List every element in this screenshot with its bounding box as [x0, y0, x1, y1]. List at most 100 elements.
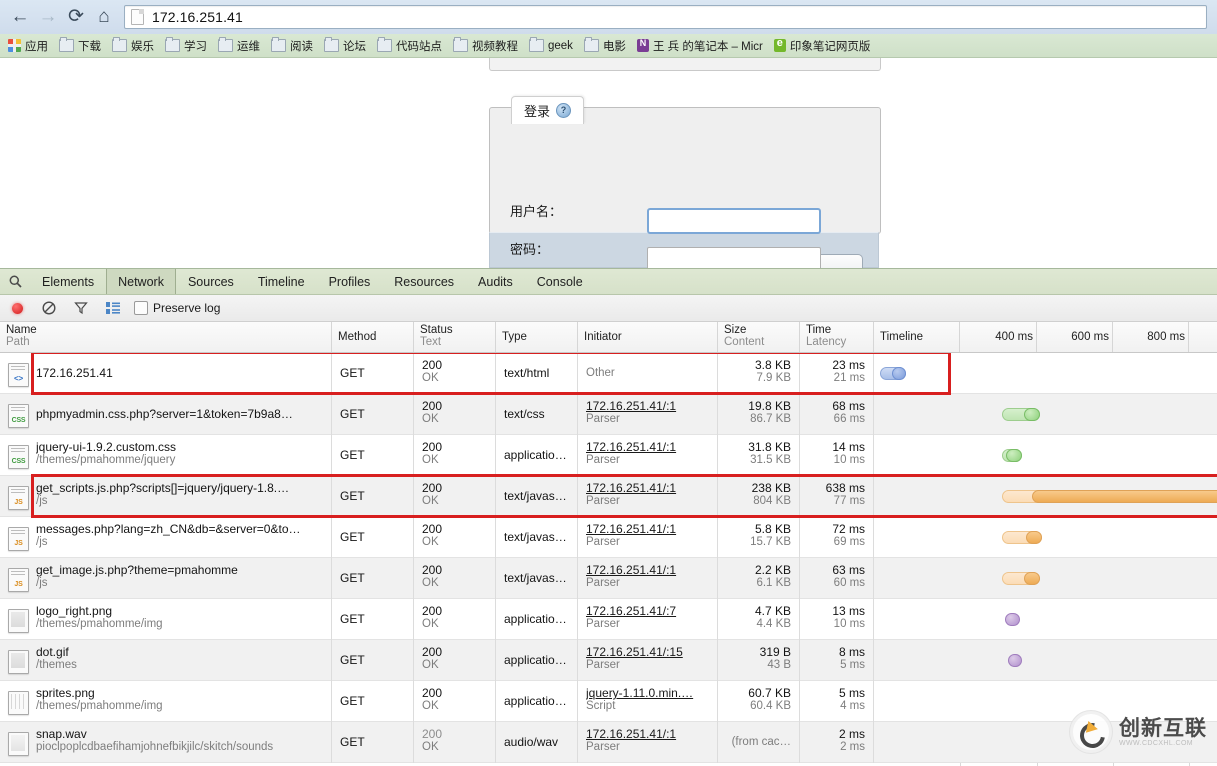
table-row[interactable]: dot.gif /themes GET 200 OK applicatio… 1… — [0, 640, 1217, 681]
cell-initiator: 172.16.251.41/:1 Parser — [578, 435, 718, 476]
status-text: OK — [422, 618, 439, 630]
network-table-body[interactable]: <> 172.16.251.41 GET 200 OK text/html Ot… — [0, 353, 1217, 766]
table-row[interactable]: CSS phpmyadmin.css.php?server=1&token=7b… — [0, 394, 1217, 435]
cell-time: 14 ms 10 ms — [800, 435, 874, 476]
column-header-initiator[interactable]: Initiator — [578, 322, 718, 352]
request-method: GET — [340, 489, 365, 503]
table-row[interactable]: <> 172.16.251.41 GET 200 OK text/html Ot… — [0, 353, 1217, 394]
column-header-timeline[interactable]: Timeline — [874, 322, 960, 352]
size-transfer: 2.2 KB — [754, 563, 791, 577]
table-row[interactable]: logo_right.png /themes/pmahomme/img GET … — [0, 599, 1217, 640]
home-icon[interactable]: ⌂ — [90, 4, 118, 30]
bookmark-downloads[interactable]: 下载 — [55, 36, 108, 56]
size-content: 4.4 KB — [756, 618, 791, 630]
tab-profiles[interactable]: Profiles — [317, 269, 383, 294]
bookmark-evernote[interactable]: 印象笔记网页版 — [770, 36, 878, 56]
cell-method: GET — [332, 476, 414, 517]
cell-method: GET — [332, 558, 414, 599]
request-type: applicatio… — [504, 612, 567, 626]
size-content: 6.1 KB — [756, 577, 791, 589]
cell-timeline — [874, 353, 1217, 394]
initiator-link[interactable]: 172.16.251.41/:1 — [586, 394, 717, 413]
table-row[interactable]: JS get_scripts.js.php?scripts[]=jquery/j… — [0, 476, 1217, 517]
bookmark-geek[interactable]: geek — [525, 36, 580, 56]
reload-icon[interactable]: ⟳ — [62, 4, 90, 30]
devtools-panel: Elements Network Sources Timeline Profil… — [0, 268, 1217, 766]
bookmark-movies[interactable]: 电影 — [580, 36, 633, 56]
record-circle-icon[interactable] — [8, 299, 26, 317]
filter-funnel-icon[interactable] — [72, 299, 90, 317]
bookmark-study[interactable]: 学习 — [161, 36, 214, 56]
username-input[interactable] — [647, 208, 821, 234]
column-title: Time — [806, 324, 832, 336]
preserve-log-toggle[interactable]: Preserve log — [134, 301, 220, 315]
tab-elements[interactable]: Elements — [30, 269, 106, 294]
forward-arrow-icon[interactable]: → — [34, 4, 62, 30]
column-header-time[interactable]: Time Latency — [800, 322, 874, 352]
bookmark-video-tutorials[interactable]: 视频教程 — [449, 36, 525, 56]
size-content: 804 KB — [753, 495, 791, 507]
table-row[interactable]: snap.wav pioclpoplcdbaefihamjohnefbikjil… — [0, 722, 1217, 763]
search-icon[interactable] — [0, 269, 30, 294]
tab-sources[interactable]: Sources — [176, 269, 246, 294]
help-question-icon[interactable]: ? — [556, 103, 572, 118]
cell-status: 200 OK — [414, 558, 496, 599]
column-header-size[interactable]: Size Content — [718, 322, 800, 352]
bookmark-reading[interactable]: 阅读 — [267, 36, 320, 56]
bookmark-label: 学习 — [184, 40, 207, 53]
size-transfer: 5.8 KB — [754, 522, 791, 536]
status-text: OK — [422, 495, 439, 507]
bookmark-ops[interactable]: 运维 — [214, 36, 267, 56]
bookmark-entertainment[interactable]: 娱乐 — [108, 36, 161, 56]
cell-size: 31.8 KB 31.5 KB — [718, 435, 800, 476]
initiator-link[interactable]: 172.16.251.41/:1 — [586, 558, 717, 577]
cell-time: 63 ms 60 ms — [800, 558, 874, 599]
preserve-log-checkbox[interactable] — [134, 301, 148, 315]
initiator-link[interactable]: 172.16.251.41/:1 — [586, 722, 717, 741]
address-bar[interactable]: 172.16.251.41 — [124, 4, 1207, 29]
folder-icon — [453, 37, 468, 52]
back-arrow-icon[interactable]: ← — [6, 4, 34, 30]
bookmarks-bar: 应用 下载 娱乐 学习 运维 阅读 论坛 代码站点 视频教程 geek 电影 N… — [0, 34, 1217, 58]
size-transfer: 4.7 KB — [754, 604, 791, 618]
cell-time: 5 ms 4 ms — [800, 681, 874, 722]
cell-timeline — [874, 558, 1217, 599]
tab-console[interactable]: Console — [525, 269, 595, 294]
status-text: OK — [422, 372, 439, 384]
cell-name: jquery-ui-1.9.2.custom.css /themes/pmaho… — [0, 435, 332, 476]
bookmark-forum[interactable]: 论坛 — [320, 36, 373, 56]
table-row[interactable]: JS get_image.js.php?theme=pmahomme /js G… — [0, 558, 1217, 599]
column-header-type[interactable]: Type — [496, 322, 578, 352]
password-input[interactable] — [647, 247, 821, 268]
page-viewport: 登录 ? 用户名： 密码： — [0, 58, 1217, 268]
large-rows-icon[interactable] — [104, 299, 122, 317]
clear-no-entry-icon[interactable] — [40, 299, 58, 317]
initiator-link[interactable]: 172.16.251.41/:7 — [586, 599, 717, 618]
tab-timeline[interactable]: Timeline — [246, 269, 317, 294]
initiator-link[interactable]: 172.16.251.41/:15 — [586, 640, 717, 659]
cell-time: 638 ms 77 ms — [800, 476, 874, 517]
status-text: OK — [422, 577, 439, 589]
bookmark-apps[interactable]: 应用 — [4, 36, 55, 56]
cell-time: 68 ms 66 ms — [800, 394, 874, 435]
table-row[interactable]: sprites.png /themes/pmahomme/img GET 200… — [0, 681, 1217, 722]
tab-resources[interactable]: Resources — [382, 269, 466, 294]
bookmark-code-sites[interactable]: 代码站点 — [373, 36, 449, 56]
column-subtitle: Latency — [806, 336, 847, 348]
cell-timeline — [874, 394, 1217, 435]
table-row[interactable]: JS messages.php?lang=zh_CN&db=&server=0&… — [0, 517, 1217, 558]
column-header-method[interactable]: Method — [332, 322, 414, 352]
tab-audits[interactable]: Audits — [466, 269, 525, 294]
initiator-link[interactable]: 172.16.251.41/:1 — [586, 476, 717, 495]
status-code: 200 — [422, 563, 443, 577]
request-type: applicatio… — [504, 694, 567, 708]
tab-network[interactable]: Network — [106, 269, 176, 294]
column-header-status[interactable]: Status Text — [414, 322, 496, 352]
initiator-link[interactable]: jquery-1.11.0.min.… — [586, 681, 717, 700]
initiator-link[interactable]: 172.16.251.41/:1 — [586, 435, 717, 454]
column-header-name[interactable]: Name Path — [0, 322, 332, 352]
table-row[interactable]: CSS jquery-ui-1.9.2.custom.css /themes/p… — [0, 435, 1217, 476]
initiator: Other — [586, 367, 615, 379]
initiator-link[interactable]: 172.16.251.41/:1 — [586, 517, 717, 536]
bookmark-onenote[interactable]: 王 兵 的笔记本 – Micr — [633, 36, 770, 56]
